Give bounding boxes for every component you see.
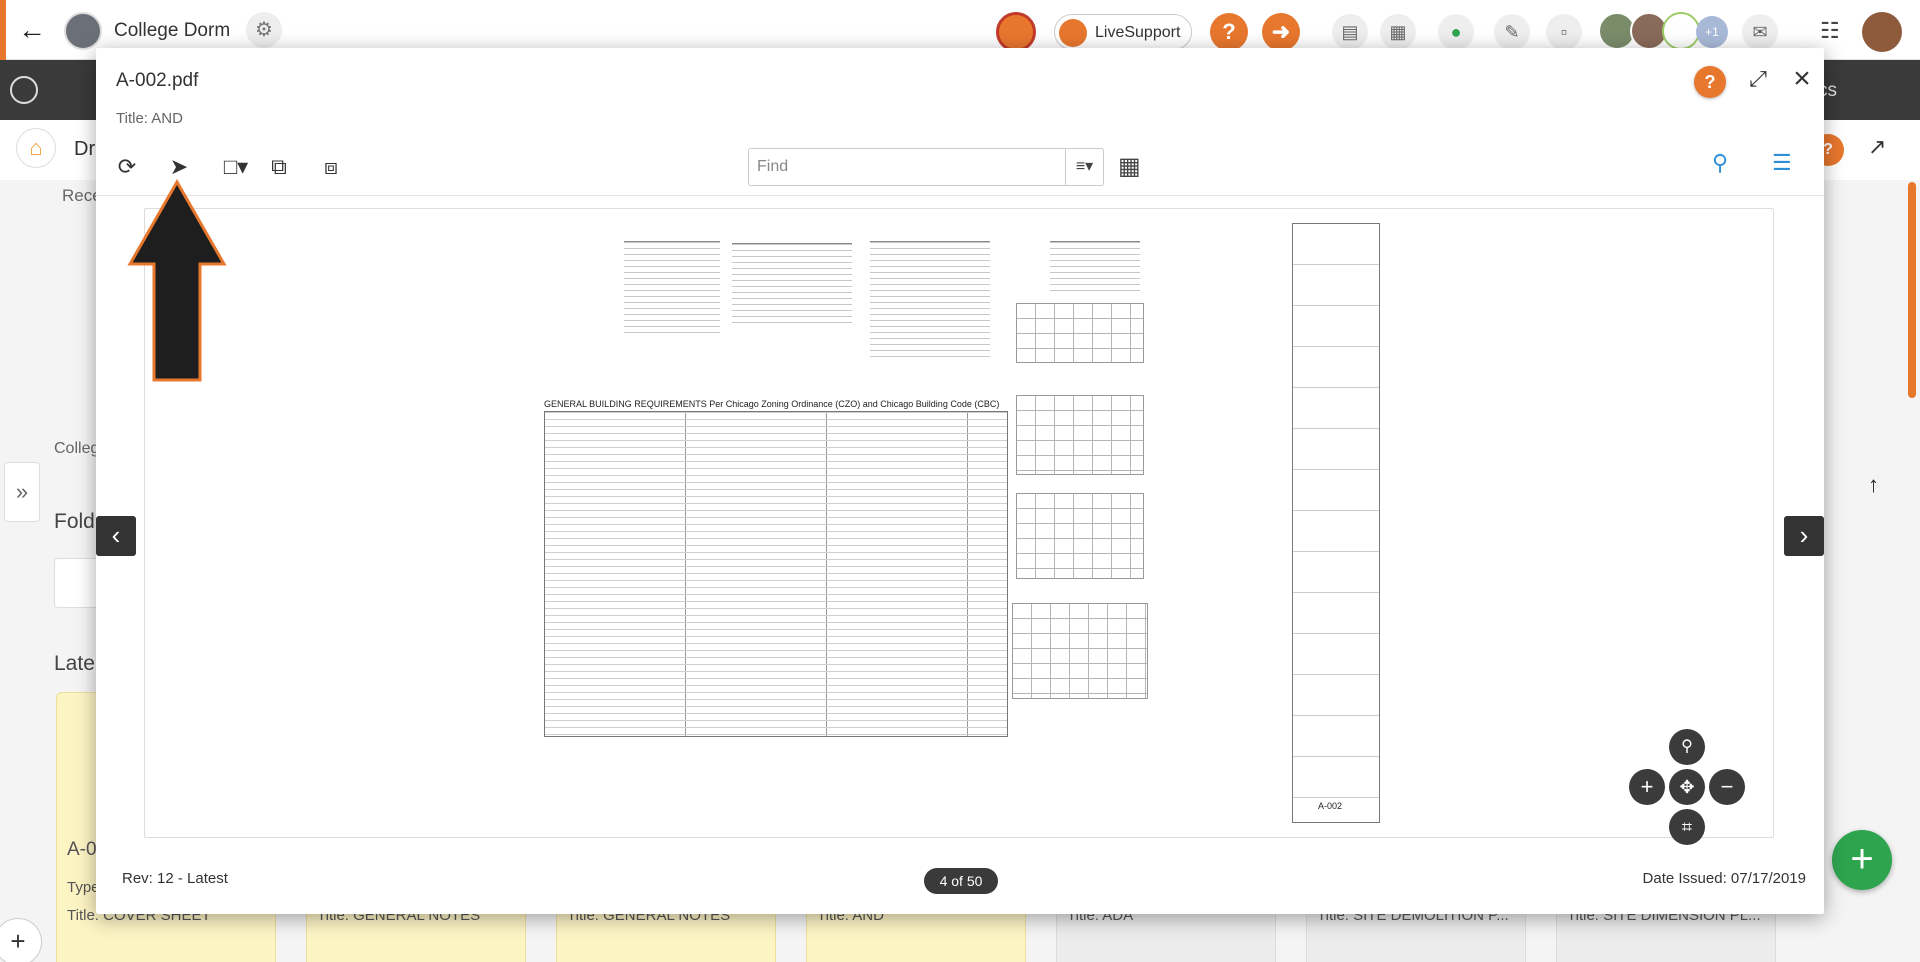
annotation-arrow: [127, 178, 227, 382]
find-filter-icon[interactable]: ≡▾: [1065, 149, 1103, 185]
previous-page-button[interactable]: ‹: [96, 516, 136, 556]
pan-icon[interactable]: ✥: [1669, 769, 1705, 805]
current-user-avatar[interactable]: [1862, 12, 1902, 52]
expand-icon[interactable]: ⤢: [1742, 66, 1774, 92]
sheet-number: A-002: [1318, 801, 1343, 811]
printer-tool-icon[interactable]: ▦: [1380, 14, 1416, 50]
livesupport-label: LiveSupport: [1095, 24, 1181, 41]
accent-strip: [0, 0, 6, 60]
page-scrollbar[interactable]: [1908, 182, 1916, 398]
viewer-help-icon[interactable]: ?: [1694, 66, 1726, 98]
section-title: Dr: [74, 138, 96, 160]
sheet-heading: GENERAL BUILDING REQUIREMENTS Per Chicag…: [544, 399, 1000, 409]
sheet-notes-block: [732, 243, 852, 323]
drawing-viewer-modal: A-002.pdf Title: AND ? ⤢ × ⟳ ➤ □▾ ⧉ ⧈ ≡▾…: [96, 48, 1824, 914]
viewer-file-name: A-002.pdf: [116, 70, 199, 91]
sheet-title-block: [1292, 223, 1380, 823]
forward-action-icon[interactable]: ➜: [1262, 13, 1300, 51]
viewer-title-line: Title: AND: [116, 110, 183, 127]
sheet-plan: [1012, 603, 1148, 699]
headset-icon: [1059, 19, 1087, 47]
network-tool-icon[interactable]: ●: [1438, 14, 1474, 50]
find-box: ≡▾: [748, 148, 1104, 186]
overlay-icon[interactable]: ⧈: [314, 150, 348, 184]
sidebar-expand-icon[interactable]: »: [4, 462, 40, 522]
project-name[interactable]: College Dorm: [114, 20, 230, 42]
more-users-badge[interactable]: +1: [1696, 16, 1728, 48]
viewer-toolbar: ⟳ ➤ □▾ ⧉ ⧈ ≡▾ ▦ ⚲ ☰: [96, 140, 1824, 196]
drawing-sheet: GENERAL BUILDING REQUIREMENTS Per Chicag…: [540, 223, 1382, 825]
edit-doc-tool-icon[interactable]: ✎: [1494, 14, 1530, 50]
grid-view-icon[interactable]: ▦: [1118, 152, 1141, 181]
sheet-notes-block: [624, 241, 720, 335]
project-avatar[interactable]: [64, 12, 102, 50]
user-avatar[interactable]: [1662, 12, 1700, 50]
fit-to-screen-icon[interactable]: ⌗: [1669, 809, 1705, 845]
viewer-footer: Rev: 12 - Latest 4 of 50 Date Issued: 07…: [96, 848, 1824, 914]
sheet-plan: [1016, 395, 1144, 475]
search-icon[interactable]: ⚲: [1712, 150, 1728, 176]
next-page-button[interactable]: ›: [1784, 516, 1824, 556]
project-settings-gear-icon[interactable]: ⚙: [246, 12, 282, 48]
open-external-icon[interactable]: ↗: [1868, 134, 1886, 160]
help-icon[interactable]: ?: [1210, 13, 1248, 51]
add-fab-button[interactable]: +: [1832, 830, 1892, 890]
chat-icon[interactable]: ✉: [1742, 14, 1778, 50]
revision-label: Rev: 12 - Latest: [122, 870, 228, 887]
zoom-out-icon[interactable]: −: [1709, 769, 1745, 805]
zoom-window-icon[interactable]: ⚲: [1669, 729, 1705, 765]
breadcrumb[interactable]: Colleg: [54, 440, 99, 458]
folders-heading: Fold: [54, 510, 95, 533]
zoom-in-icon[interactable]: +: [1629, 769, 1665, 805]
scroll-up-icon[interactable]: ↑: [1868, 472, 1879, 498]
compare-icon[interactable]: ⧉: [262, 150, 296, 184]
sheet-plan: [1016, 493, 1144, 579]
livesupport-button[interactable]: LiveSupport: [1054, 14, 1192, 50]
add-circle-icon[interactable]: +: [0, 918, 42, 962]
layers-icon[interactable]: ☰: [1772, 150, 1792, 176]
page-indicator[interactable]: 4 of 50: [924, 868, 998, 894]
drawing-canvas[interactable]: GENERAL BUILDING REQUIREMENTS Per Chicag…: [144, 208, 1774, 845]
sheet-legend-block: [1050, 241, 1140, 295]
date-issued: Date Issued: 07/17/2019: [1642, 870, 1806, 887]
sheet-plan: [1016, 303, 1144, 363]
back-arrow-icon[interactable]: ←: [18, 14, 46, 46]
documents-tool-icon[interactable]: ▤: [1332, 14, 1368, 50]
sheet-notes-block: [870, 241, 990, 359]
latest-heading: Late: [54, 652, 95, 675]
report-tool-icon[interactable]: ▫: [1546, 14, 1582, 50]
apps-grid-icon[interactable]: ☷: [1820, 18, 1840, 44]
home-icon[interactable]: ⌂: [16, 128, 56, 168]
module-nav-icon[interactable]: [10, 76, 38, 104]
find-input[interactable]: [749, 149, 1065, 185]
sheet-requirements-table: [544, 411, 1008, 737]
assistant-bot-icon[interactable]: [996, 12, 1036, 52]
company-logo: [944, 14, 980, 48]
close-icon[interactable]: ×: [1786, 62, 1818, 96]
